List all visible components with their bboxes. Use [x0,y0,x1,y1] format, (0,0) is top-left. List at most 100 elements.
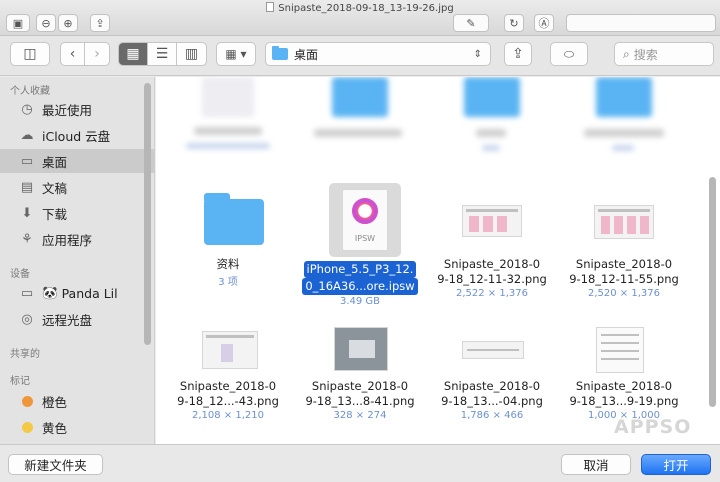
columns-icon: ▥ [184,46,199,62]
file-meta: 328 × 274 [333,410,387,421]
file-name: 9-18_12-11-55.png [569,272,679,286]
file-name: Snipaste_2018-0 [575,257,673,271]
list-icon: ☰ [155,46,169,62]
zoom-out-icon[interactable]: ⊖ [36,14,56,32]
file-name: 资料 [216,257,240,271]
file-name: Snipaste_2018-0 [179,379,277,393]
file-meta: 3.49 GB [339,296,381,307]
tags-button[interactable]: ⬭ [550,42,588,66]
file-meta: 2,522 × 1,376 [456,288,528,299]
image-thumbnail [596,327,644,373]
file-item-image[interactable]: Snipaste_2018-0 9-18_12-11-32.png 2,522 … [426,187,558,299]
icon-view-button[interactable]: ▦ [119,43,148,65]
file-name: 9-18_12...-43.png [177,394,279,408]
file-item-image[interactable]: Snipaste_2018-0 9-18_12-11-55.png 2,520 … [558,187,690,299]
sidebar-item-remote-disc[interactable]: ◎ 远程光盘 [0,307,155,331]
sidebar-section-title: 标记 [10,376,30,387]
panel-footer: 新建文件夹 取消 打开 [0,444,720,482]
image-thumbnail [462,205,522,237]
file-name: 9-18_13...-04.png [441,394,543,408]
download-icon: ⬇ [21,205,33,221]
clock-icon: ◷ [21,101,33,117]
file-item-image[interactable]: Snipaste_2018-0 9-18_12...-43.png 2,108 … [162,323,294,421]
sidebar-item-panda[interactable]: ▭ 🐼 Panda Lil [0,281,155,305]
arrange-icon: ▦ ▾ [225,47,247,61]
rotate-icon[interactable]: ↻ [504,14,524,32]
forward-button[interactable]: › [85,43,109,65]
file-name: iPhone_5.5_P3_12. [294,261,426,278]
open-button[interactable]: 打开 [641,454,711,475]
itunes-icon [352,198,378,224]
sidebar-section-title: 设备 [10,269,30,280]
file-meta: 3 项 [218,277,238,288]
sidebar-view-icon[interactable]: ▣ [6,14,30,32]
image-thumbnail [594,205,654,239]
preview-search-field[interactable] [566,14,716,32]
chevron-left-icon: ‹ [69,46,76,62]
back-forward-control: ‹ › [60,42,110,66]
sidebar-icon: ◫ [23,46,37,62]
markup-pen-icon[interactable]: ✎ [453,14,489,32]
sidebar-item-recents[interactable]: ◷ 最近使用 [0,97,155,121]
file-name: Snipaste_2018-0 [311,379,409,393]
file-meta: 2,520 × 1,376 [588,288,660,299]
location-label: 桌面 [294,47,319,62]
ipsw-label: IPSW [354,234,376,243]
new-folder-button[interactable]: 新建文件夹 [8,454,103,475]
image-thumbnail [334,327,388,371]
image-thumbnail [462,341,524,359]
window-title: Snipaste_2018-09-18_13-19-26.jpg [0,2,720,14]
search-placeholder: 搜索 [633,47,658,62]
share-icon: ⇪ [512,46,524,62]
file-item-folder[interactable]: 资料 3 项 [162,187,294,288]
sidebar-item-downloads[interactable]: ⬇ 下载 [0,201,155,225]
file-grid: 资料 3 项 IPSW iPhone_5.5_P3_12. 0_16A36...… [156,77,720,444]
share-icon[interactable]: ⇪ [90,14,110,32]
column-view-button[interactable]: ▥ [177,43,206,65]
file-item-image[interactable]: Snipaste_2018-0 9-18_13...8-41.png 328 ×… [294,323,426,421]
document-icon [266,2,275,12]
file-item-image[interactable]: Snipaste_2018-0 9-18_13...9-19.png 1,000… [558,323,690,421]
preview-window-toolbar: Snipaste_2018-09-18_13-19-26.jpg ▣ ⊖ ⊕ ⇪… [0,0,720,36]
sidebar-item-desktop[interactable]: ▭ 桌面 [0,149,155,173]
document-icon: ▤ [20,179,34,195]
laptop-icon: ▭ [20,285,34,301]
toggle-sidebar-button[interactable]: ◫ [10,42,50,66]
watermark: APPSO [614,416,692,438]
file-name: Snipaste_2018-0 [443,379,541,393]
file-name: 9-18_13...8-41.png [305,394,415,408]
cloud-icon: ☁ [20,127,34,143]
yellow-tag-dot-icon [22,421,33,433]
share-button[interactable]: ⇪ [504,42,532,66]
sidebar-item-icloud[interactable]: ☁ iCloud 云盘 [0,123,155,147]
file-item-ipsw-selected[interactable]: IPSW iPhone_5.5_P3_12. 0_16A36...ore.ips… [294,183,426,307]
file-meta: 2,108 × 1,210 [192,410,264,421]
open-panel-toolbar: ◫ ‹ › ▦ ☰ ▥ ▦ ▾ 桌面 ⇕ ⇪ ⬭ ⌕ 搜索 [0,36,720,76]
panda-icon: 🐼 [42,285,58,300]
chevron-right-icon: › [94,46,100,62]
folder-icon [204,193,264,245]
zoom-in-icon[interactable]: ⊕ [58,14,78,32]
list-view-button[interactable]: ☰ [148,43,177,65]
applications-icon: ⚘ [21,231,33,247]
annotate-icon[interactable]: Ⓐ [534,14,554,32]
chevron-updown-icon: ⇕ [473,48,482,60]
sidebar-scrollbar[interactable] [144,83,151,345]
search-icon: ⌕ [623,46,630,61]
back-button[interactable]: ‹ [61,43,85,65]
file-thumbnail [202,77,254,117]
sidebar-tag-yellow[interactable]: 黄色 [0,415,155,439]
location-popup[interactable]: 桌面 ⇕ [265,42,491,66]
sidebar-item-documents[interactable]: ▤ 文稿 [0,175,155,199]
sidebar-tag-orange[interactable]: 橙色 [0,389,155,413]
grid-icon: ▦ [126,46,140,62]
file-grid-scrollbar[interactable] [709,177,716,407]
cancel-button[interactable]: 取消 [561,454,631,475]
orange-tag-dot-icon [22,395,33,407]
view-mode-control: ▦ ☰ ▥ [118,42,207,66]
file-item-image[interactable]: Snipaste_2018-0 9-18_13...-04.png 1,786 … [426,323,558,421]
arrange-menu-button[interactable]: ▦ ▾ [216,42,256,66]
search-field[interactable]: ⌕ 搜索 [614,42,714,66]
disc-icon: ◎ [21,311,33,327]
sidebar-item-applications[interactable]: ⚘ 应用程序 [0,227,155,251]
